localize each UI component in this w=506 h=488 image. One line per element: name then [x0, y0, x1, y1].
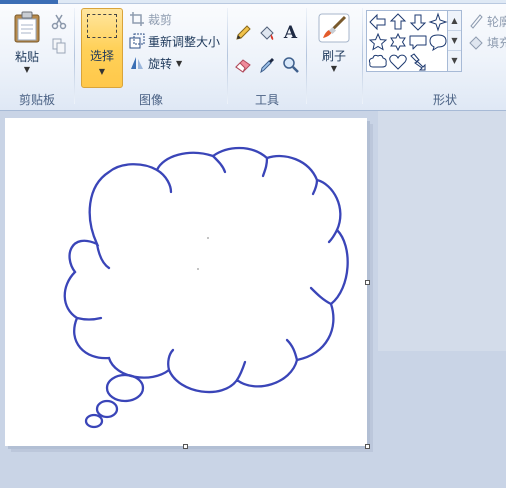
left-arrow-shape-icon[interactable]: [368, 12, 388, 32]
heart-shape-icon[interactable]: [388, 52, 408, 72]
rotate-icon: [129, 55, 145, 71]
select-label: 选择: [89, 49, 114, 63]
fill-shape-button[interactable]: 填充: [468, 32, 506, 52]
brush-icon: [318, 13, 350, 43]
lightning-shape-icon[interactable]: [408, 52, 428, 72]
paste-button[interactable]: 粘贴 ▼: [8, 11, 46, 75]
cloud-callout-drawing[interactable]: [5, 118, 367, 446]
crop-button[interactable]: 裁剪: [129, 9, 172, 29]
rect-callout-shape-icon[interactable]: [408, 32, 428, 52]
resize-handle-corner[interactable]: [365, 444, 370, 449]
fill-button[interactable]: [256, 22, 277, 43]
group-divider: [306, 8, 307, 104]
copy-button[interactable]: [48, 35, 69, 56]
fill-shape-icon: [468, 34, 484, 50]
shapes-group-label: 形状: [432, 93, 457, 107]
workspace-panel: [378, 111, 506, 351]
text-icon: A: [283, 22, 298, 43]
brushes-button[interactable]: 刷子 ▼: [312, 12, 356, 74]
down-arrow-shape-icon[interactable]: [408, 12, 428, 32]
selection-rect-icon: [87, 14, 117, 38]
fill-shape-label: 填充: [487, 35, 506, 50]
rotate-button[interactable]: 旋转 ▼: [129, 53, 182, 73]
resize-button[interactable]: 重新调整大小: [129, 31, 220, 51]
image-group-label: 图像: [138, 93, 163, 107]
paste-label: 粘贴: [14, 50, 39, 64]
clipboard-icon: [14, 11, 40, 43]
ribbon: 粘贴 ▼ 剪贴板 图像 选择 ▼ 裁剪 重新调整大小 旋转 ▼ 工具 A 刷子 …: [0, 0, 506, 111]
outline-button[interactable]: 轮廓: [468, 11, 506, 31]
tools-group-label: 工具: [254, 93, 279, 107]
home-tab-indicator[interactable]: [0, 0, 58, 4]
magnifier-button[interactable]: [280, 54, 301, 75]
select-button[interactable]: 选择 ▼: [81, 8, 123, 88]
cloud-callout-shape-icon[interactable]: [368, 52, 388, 72]
four-point-star-shape-icon[interactable]: [428, 12, 448, 32]
resize-icon: [129, 33, 145, 49]
crop-icon: [129, 11, 145, 27]
gallery-expand-icon[interactable]: ▼: [448, 51, 461, 71]
chevron-down-icon: ▼: [330, 64, 338, 73]
copy-icon: [52, 38, 65, 53]
oval-callout-shape-icon[interactable]: [428, 32, 448, 52]
six-point-star-shape-icon[interactable]: [388, 32, 408, 52]
clipboard-group-label: 剪贴板: [18, 93, 55, 107]
crop-label: 裁剪: [148, 12, 173, 27]
cut-button[interactable]: [48, 11, 69, 32]
eraser-icon: [234, 58, 251, 73]
up-arrow-shape-icon[interactable]: [388, 12, 408, 32]
resize-label: 重新调整大小: [148, 34, 221, 49]
chevron-down-icon: ▼: [176, 58, 183, 68]
scroll-up-icon[interactable]: ▲: [448, 11, 461, 31]
scroll-down-icon[interactable]: ▼: [448, 31, 461, 51]
text-button[interactable]: A: [280, 22, 301, 43]
color-picker-icon: [259, 57, 274, 73]
scissors-icon: [51, 14, 66, 29]
eraser-button[interactable]: [232, 54, 253, 75]
bucket-icon: [259, 25, 274, 40]
color-picker-button[interactable]: [256, 54, 277, 75]
pencil-icon: [235, 24, 251, 40]
resize-handle-bottom[interactable]: [183, 444, 188, 449]
brushes-label: 刷子: [321, 49, 346, 63]
outline-label: 轮廓: [487, 14, 506, 29]
rotate-label: 旋转: [148, 56, 173, 71]
clipboard-group: 粘贴 ▼ 剪贴板: [0, 5, 74, 109]
chevron-down-icon: ▼: [98, 67, 106, 76]
shapes-gallery-scrollbar[interactable]: ▲ ▼ ▼: [448, 10, 462, 72]
five-point-star-shape-icon[interactable]: [368, 32, 388, 52]
outline-icon: [468, 13, 484, 29]
pencil-button[interactable]: [232, 22, 253, 43]
drawing-canvas[interactable]: [5, 118, 367, 446]
shapes-gallery[interactable]: [366, 10, 448, 72]
ribbon-tab-strip: [0, 0, 506, 4]
magnifier-icon: [282, 56, 299, 73]
chevron-down-icon: ▼: [23, 65, 31, 74]
resize-handle-right[interactable]: [365, 280, 370, 285]
